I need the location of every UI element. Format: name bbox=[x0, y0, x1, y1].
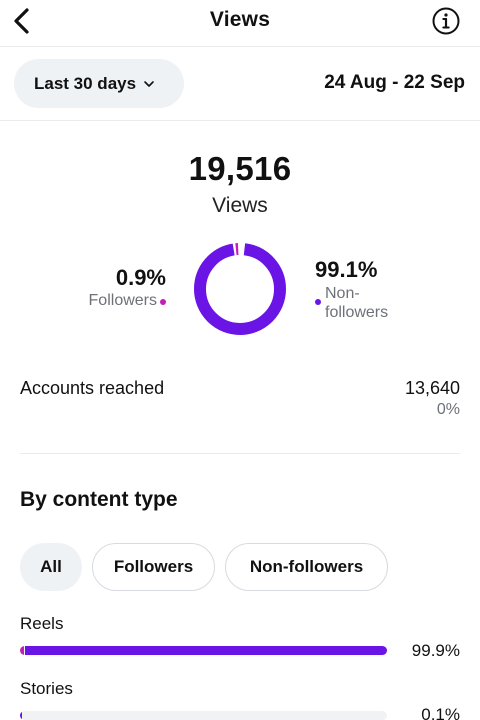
non-followers-percentage: 99.1% bbox=[315, 257, 378, 282]
content-row-percentage: 0.1% bbox=[421, 705, 460, 720]
followers-legend: Followers bbox=[89, 292, 166, 310]
followers-dot-icon bbox=[160, 299, 166, 305]
section-divider bbox=[20, 453, 460, 454]
content-type-title: By content type bbox=[20, 488, 178, 511]
non-followers-legend: Non-followers bbox=[315, 284, 425, 322]
filter-divider bbox=[0, 120, 480, 121]
content-row-percentage: 99.9% bbox=[411, 641, 460, 660]
info-circle-icon bbox=[432, 7, 460, 35]
accounts-reached-label: Accounts reached bbox=[20, 378, 165, 398]
tab-followers[interactable]: Followers bbox=[92, 543, 215, 591]
tab-non-followers[interactable]: Non-followers bbox=[225, 543, 388, 591]
total-views-value: 19,516 bbox=[188, 150, 292, 187]
total-views-label: Views bbox=[212, 194, 268, 217]
content-row-label: Stories bbox=[20, 679, 73, 698]
views-donut-chart bbox=[194, 243, 286, 335]
top-bar: Views bbox=[0, 0, 480, 44]
non-followers-dot-icon bbox=[315, 299, 321, 305]
content-bar-track bbox=[20, 711, 387, 720]
non-followers-bar-segment bbox=[20, 711, 22, 720]
date-range-dropdown[interactable]: Last 30 days bbox=[14, 59, 184, 108]
date-range-text: 24 Aug - 22 Sep bbox=[324, 72, 465, 93]
non-followers-legend-label: Non-followers bbox=[325, 285, 389, 321]
tab-all[interactable]: All bbox=[20, 543, 82, 591]
content-row-label: Reels bbox=[20, 614, 64, 633]
tab-followers-label: Followers bbox=[113, 557, 194, 576]
donut-non-followers-arc bbox=[194, 243, 286, 335]
followers-bar-segment bbox=[20, 646, 24, 655]
content-bar-track bbox=[20, 646, 387, 655]
accounts-reached-value: 13,640 bbox=[404, 378, 460, 398]
tab-all-label: All bbox=[40, 557, 62, 576]
views-insights-screen: Views Last 30 days 24 Aug - 22 Sep 19,51… bbox=[0, 0, 480, 720]
header-divider bbox=[0, 46, 480, 47]
chevron-down-icon bbox=[144, 80, 154, 87]
page-title: Views bbox=[209, 8, 271, 31]
date-range-dropdown-label: Last 30 days bbox=[34, 73, 137, 93]
info-button[interactable] bbox=[431, 6, 461, 36]
tab-non-followers-label: Non-followers bbox=[249, 557, 364, 576]
followers-legend-label: Followers bbox=[88, 292, 157, 309]
non-followers-bar-segment bbox=[25, 646, 387, 655]
accounts-reached-change: 0% bbox=[436, 401, 460, 418]
followers-percentage: 0.9% bbox=[115, 265, 166, 290]
